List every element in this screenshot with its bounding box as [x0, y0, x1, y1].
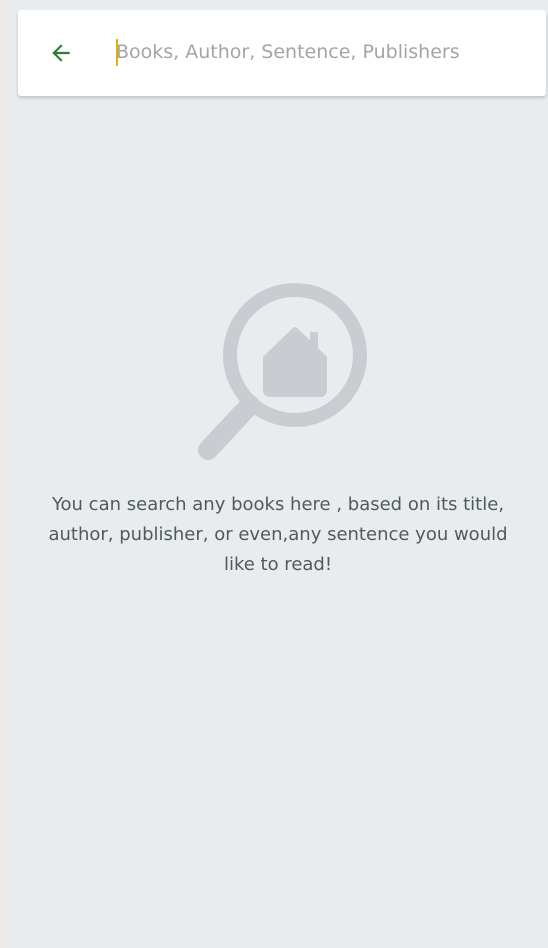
- magnifier-house-icon: [198, 283, 367, 460]
- search-screen: You can search any books here , based on…: [8, 0, 548, 948]
- search-bar: [18, 10, 546, 96]
- text-caret: [116, 39, 118, 66]
- arrow-left-icon: [52, 44, 70, 62]
- back-button[interactable]: [44, 36, 78, 70]
- left-edge-strip: [0, 0, 8, 948]
- search-input[interactable]: [116, 32, 526, 72]
- empty-state-message: You can search any books here , based on…: [48, 494, 508, 575]
